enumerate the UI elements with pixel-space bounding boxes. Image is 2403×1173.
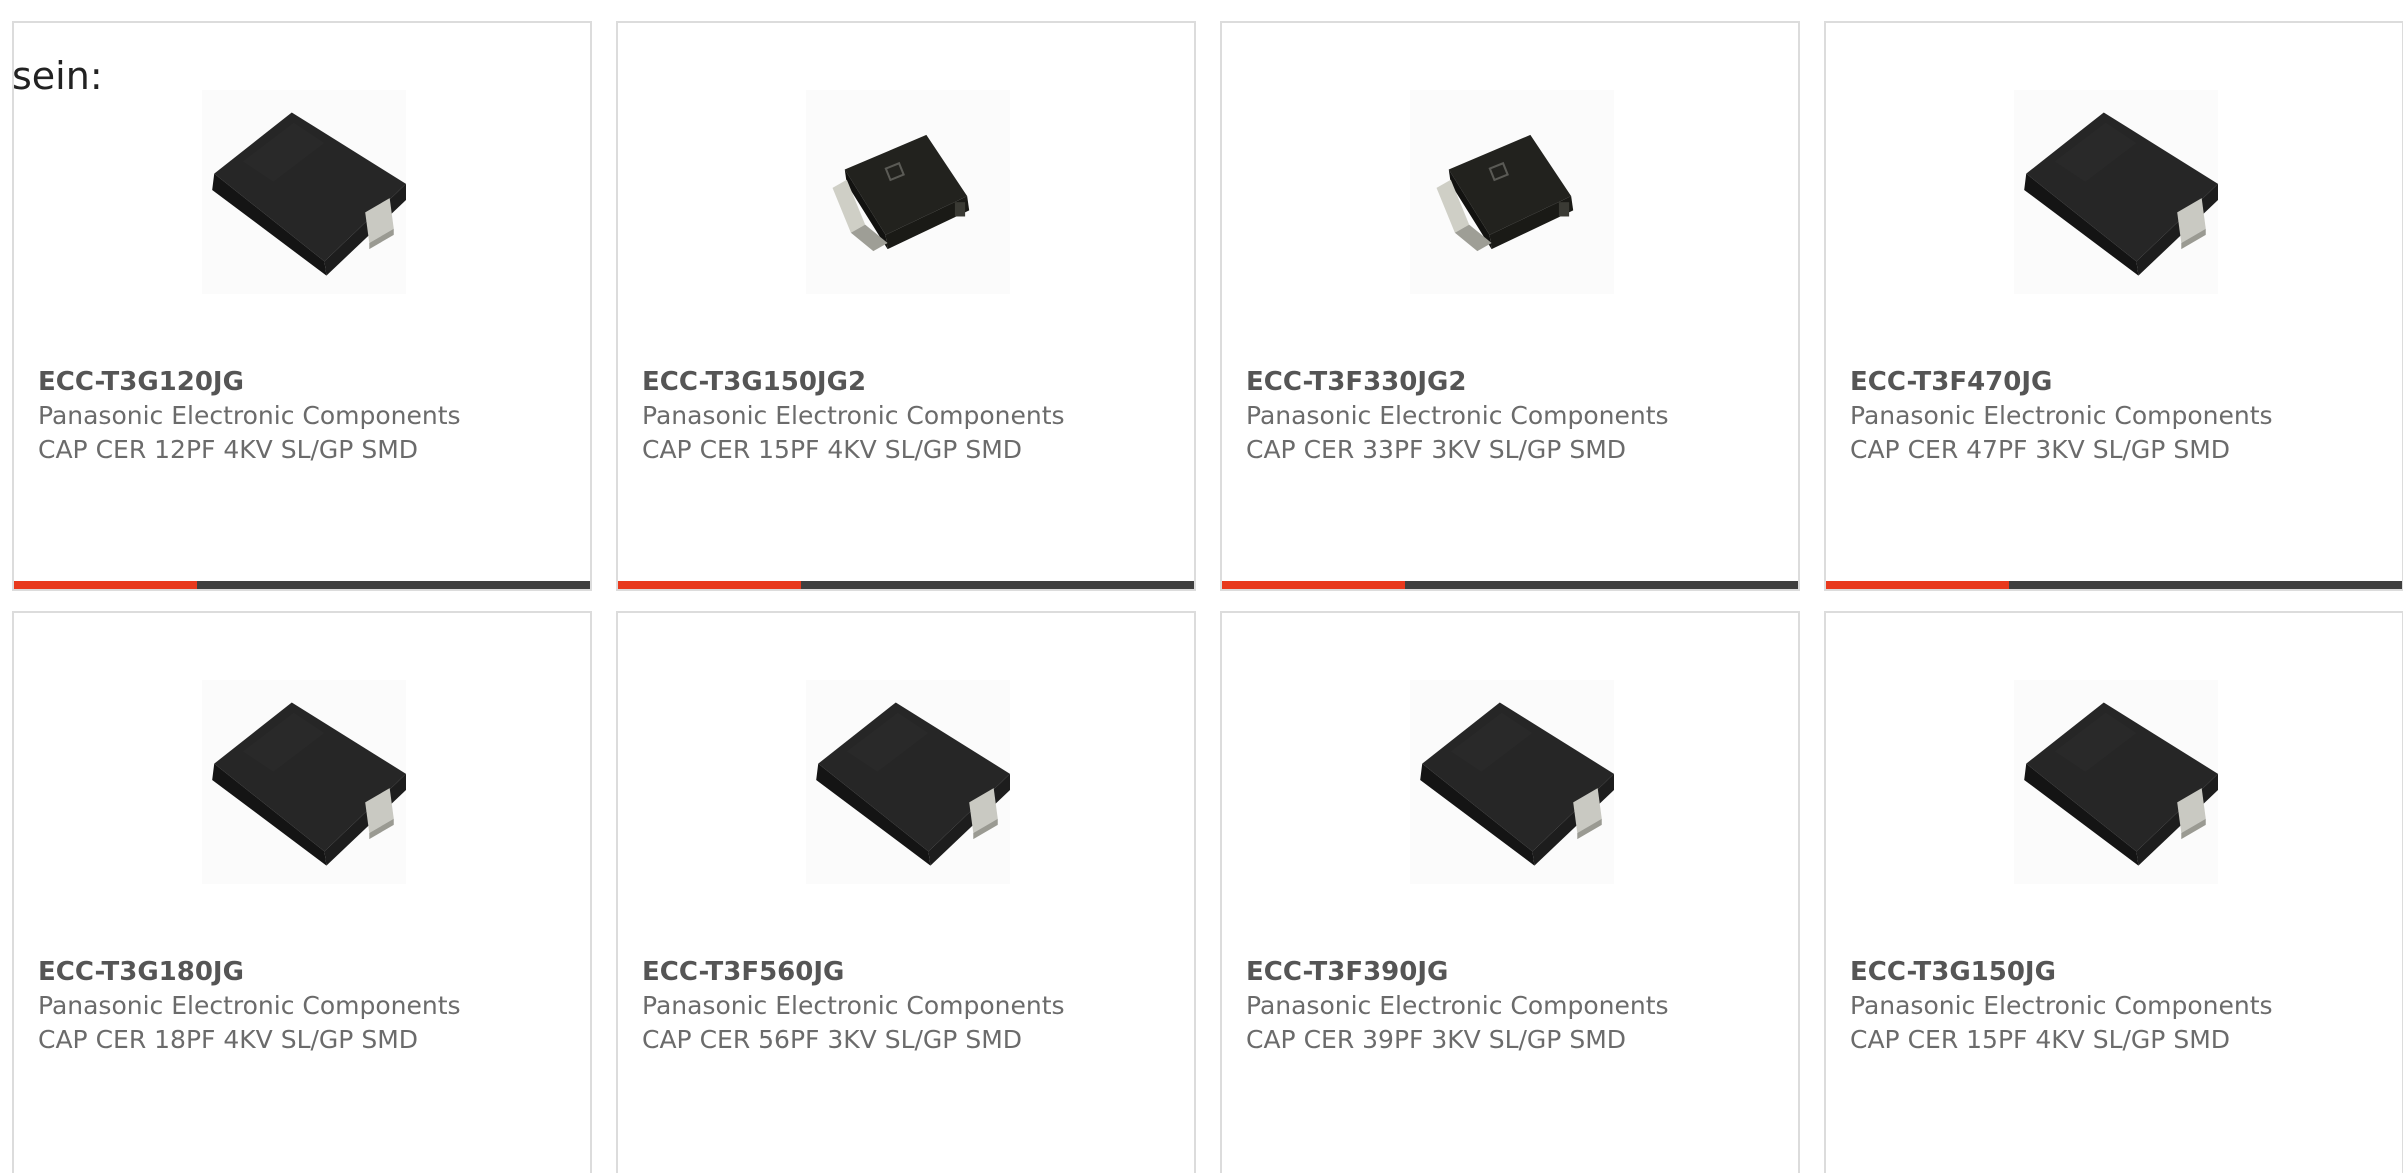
capacitor-small-icon[interactable] bbox=[1410, 90, 1614, 294]
product-card[interactable]: ECC-T3F330JG2 Panasonic Electronic Compo… bbox=[1220, 21, 1800, 591]
product-card[interactable]: ECC-T3F470JG Panasonic Electronic Compon… bbox=[1824, 21, 2403, 591]
product-description: CAP CER 15PF 4KV SL/GP SMD bbox=[642, 435, 1023, 464]
manufacturer-name: Panasonic Electronic Components bbox=[38, 991, 461, 1020]
part-number-link[interactable]: ECC-T3F470JG bbox=[1850, 365, 2392, 399]
product-info: ECC-T3G150JG Panasonic Electronic Compon… bbox=[1850, 955, 2392, 1057]
product-results-page: sein: ECC-T3G120JG Panasonic Electronic … bbox=[0, 0, 2403, 1173]
product-description: CAP CER 18PF 4KV SL/GP SMD bbox=[38, 1025, 419, 1054]
dark-bar-segment bbox=[1405, 581, 1798, 589]
part-number-link[interactable]: ECC-T3F330JG2 bbox=[1246, 365, 1788, 399]
capacitor-large-icon[interactable] bbox=[1410, 680, 1614, 884]
capacitor-large-icon[interactable] bbox=[202, 680, 406, 884]
part-number-link[interactable]: ECC-T3G120JG bbox=[38, 365, 580, 399]
product-description: CAP CER 33PF 3KV SL/GP SMD bbox=[1246, 435, 1627, 464]
card-bottom-bar bbox=[618, 581, 1194, 589]
capacitor-large-icon[interactable] bbox=[202, 90, 406, 294]
accent-bar-segment bbox=[618, 581, 801, 589]
manufacturer-name: Panasonic Electronic Components bbox=[1850, 401, 2273, 430]
accent-bar-segment bbox=[1826, 581, 2009, 589]
part-number-link[interactable]: ECC-T3F560JG bbox=[642, 955, 1184, 989]
card-bottom-bar bbox=[1222, 581, 1798, 589]
manufacturer-name: Panasonic Electronic Components bbox=[1246, 991, 1669, 1020]
card-bottom-bar bbox=[1826, 581, 2402, 589]
product-card[interactable]: ECC-T3G120JG Panasonic Electronic Compon… bbox=[12, 21, 592, 591]
product-card[interactable]: ECC-T3F560JG Panasonic Electronic Compon… bbox=[616, 611, 1196, 1173]
product-info: ECC-T3G120JG Panasonic Electronic Compon… bbox=[38, 365, 580, 467]
manufacturer-name: Panasonic Electronic Components bbox=[38, 401, 461, 430]
part-number-link[interactable]: ECC-T3G180JG bbox=[38, 955, 580, 989]
part-number-link[interactable]: ECC-T3G150JG2 bbox=[642, 365, 1184, 399]
product-description: CAP CER 12PF 4KV SL/GP SMD bbox=[38, 435, 419, 464]
dark-bar-segment bbox=[197, 581, 590, 589]
product-card[interactable]: ECC-T3G180JG Panasonic Electronic Compon… bbox=[12, 611, 592, 1173]
part-number-link[interactable]: ECC-T3G150JG bbox=[1850, 955, 2392, 989]
intro-text: sein: bbox=[12, 54, 103, 98]
accent-bar-segment bbox=[1222, 581, 1405, 589]
dark-bar-segment bbox=[2009, 581, 2402, 589]
product-info: ECC-T3G180JG Panasonic Electronic Compon… bbox=[38, 955, 580, 1057]
capacitor-large-icon[interactable] bbox=[806, 680, 1010, 884]
part-number-link[interactable]: ECC-T3F390JG bbox=[1246, 955, 1788, 989]
accent-bar-segment bbox=[14, 581, 197, 589]
manufacturer-name: Panasonic Electronic Components bbox=[1246, 401, 1669, 430]
product-info: ECC-T3F560JG Panasonic Electronic Compon… bbox=[642, 955, 1184, 1057]
capacitor-large-icon[interactable] bbox=[2014, 680, 2218, 884]
manufacturer-name: Panasonic Electronic Components bbox=[642, 401, 1065, 430]
capacitor-large-icon[interactable] bbox=[2014, 90, 2218, 294]
manufacturer-name: Panasonic Electronic Components bbox=[642, 991, 1065, 1020]
card-bottom-bar bbox=[14, 581, 590, 589]
product-description: CAP CER 39PF 3KV SL/GP SMD bbox=[1246, 1025, 1627, 1054]
product-card[interactable]: ECC-T3G150JG2 Panasonic Electronic Compo… bbox=[616, 21, 1196, 591]
capacitor-small-icon[interactable] bbox=[806, 90, 1010, 294]
product-description: CAP CER 15PF 4KV SL/GP SMD bbox=[1850, 1025, 2231, 1054]
product-description: CAP CER 47PF 3KV SL/GP SMD bbox=[1850, 435, 2231, 464]
product-card[interactable]: ECC-T3G150JG Panasonic Electronic Compon… bbox=[1824, 611, 2403, 1173]
product-grid: ECC-T3G120JG Panasonic Electronic Compon… bbox=[12, 21, 2403, 1173]
dark-bar-segment bbox=[801, 581, 1194, 589]
product-info: ECC-T3F390JG Panasonic Electronic Compon… bbox=[1246, 955, 1788, 1057]
manufacturer-name: Panasonic Electronic Components bbox=[1850, 991, 2273, 1020]
product-info: ECC-T3F470JG Panasonic Electronic Compon… bbox=[1850, 365, 2392, 467]
product-info: ECC-T3F330JG2 Panasonic Electronic Compo… bbox=[1246, 365, 1788, 467]
product-card[interactable]: ECC-T3F390JG Panasonic Electronic Compon… bbox=[1220, 611, 1800, 1173]
product-description: CAP CER 56PF 3KV SL/GP SMD bbox=[642, 1025, 1023, 1054]
product-info: ECC-T3G150JG2 Panasonic Electronic Compo… bbox=[642, 365, 1184, 467]
